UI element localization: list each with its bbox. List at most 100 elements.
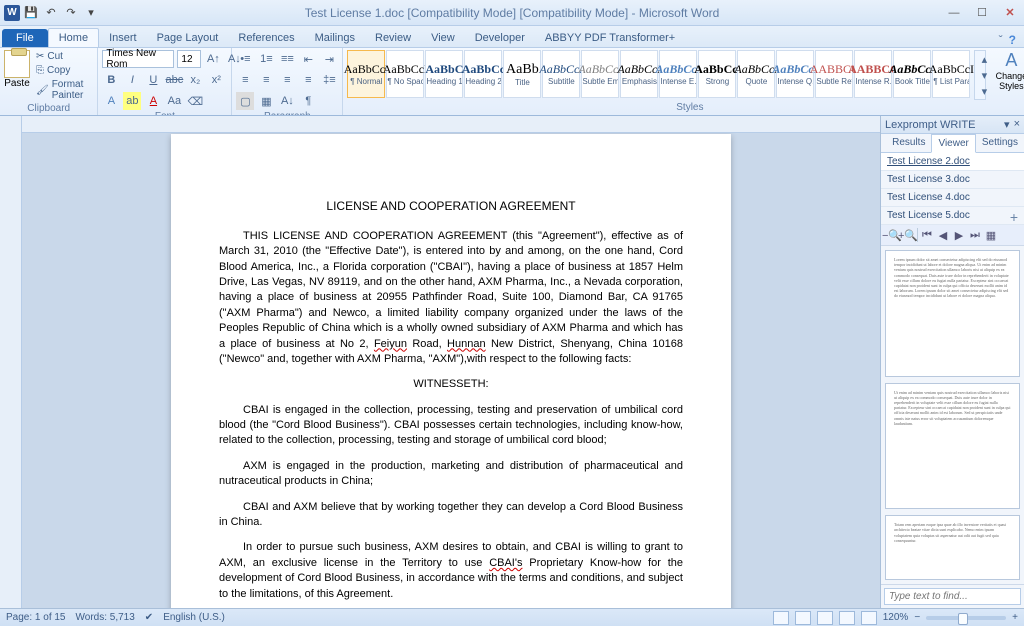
- add-file-icon[interactable]: +: [1010, 209, 1018, 225]
- tab-view[interactable]: View: [421, 29, 465, 47]
- tab-mailings[interactable]: Mailings: [305, 29, 365, 47]
- font-size-select[interactable]: 12: [177, 50, 201, 68]
- style-booktitle[interactable]: AaBbCcIBook Title: [893, 50, 931, 98]
- panel-close-icon[interactable]: ×: [1014, 118, 1020, 131]
- tab-abbyy[interactable]: ABBYY PDF Transformer+: [535, 29, 685, 47]
- cut-button[interactable]: ✂Cut: [34, 50, 93, 63]
- redo-icon[interactable]: ↷: [62, 4, 80, 22]
- tool-zoom-in-icon[interactable]: +🔍: [901, 228, 915, 242]
- show-marks-icon[interactable]: ¶: [299, 92, 317, 110]
- style-subtitle[interactable]: AaBbCcISubtitle: [542, 50, 580, 98]
- style-strong[interactable]: AaBbCc.Strong: [698, 50, 736, 98]
- align-right-icon[interactable]: ≡: [278, 71, 296, 89]
- multilevel-icon[interactable]: ≡≡: [278, 50, 296, 68]
- view-outline-icon[interactable]: [839, 611, 855, 625]
- style-intenser[interactable]: AABBCCIntense R...: [854, 50, 892, 98]
- paste-button[interactable]: Paste: [4, 50, 30, 89]
- style-intensee[interactable]: AaBbCcIIntense E...: [659, 50, 697, 98]
- underline-button[interactable]: U: [144, 71, 162, 89]
- tab-review[interactable]: Review: [365, 29, 421, 47]
- zoom-in-button[interactable]: +: [1012, 612, 1018, 623]
- change-styles-button[interactable]: A Change Styles: [990, 50, 1024, 91]
- tool-first-icon[interactable]: ⏮: [920, 228, 934, 242]
- style-intenseq[interactable]: AaBbCcIIntense Q...: [776, 50, 814, 98]
- close-button[interactable]: ✕: [996, 3, 1024, 23]
- style-emphasis[interactable]: AaBbCcIEmphasis: [620, 50, 658, 98]
- view-draft-icon[interactable]: [861, 611, 877, 625]
- style-subtleem[interactable]: AaBbCcISubtle Em...: [581, 50, 619, 98]
- clear-format-icon[interactable]: ⌫: [186, 92, 204, 110]
- view-web-layout-icon[interactable]: [817, 611, 833, 625]
- bullets-icon[interactable]: •≡: [236, 50, 254, 68]
- qat-custom-icon[interactable]: ▾: [82, 4, 100, 22]
- status-proof-icon[interactable]: ✔: [145, 612, 153, 623]
- file-item[interactable]: Test License 4.doc: [881, 189, 1024, 207]
- style-heading2[interactable]: AaBbCcHeading 2: [464, 50, 502, 98]
- view-full-screen-icon[interactable]: [795, 611, 811, 625]
- help-icon[interactable]: ?: [1009, 33, 1016, 47]
- style-listpara[interactable]: AaBbCcI¶ List Para...: [932, 50, 970, 98]
- thumb-3[interactable]: Totam rem aperiam eaque ipsa quae ab ill…: [885, 515, 1020, 580]
- styles-gallery[interactable]: AaBbCcI¶ NormalAaBbCcI¶ No Spaci...AaBbC…: [347, 50, 970, 98]
- shading-icon[interactable]: ▢: [236, 92, 254, 110]
- tab-references[interactable]: References: [228, 29, 304, 47]
- panel-dropdown-icon[interactable]: ▾: [1004, 118, 1010, 131]
- style-nospaci[interactable]: AaBbCcI¶ No Spaci...: [386, 50, 424, 98]
- style-title[interactable]: AaBbTitle: [503, 50, 541, 98]
- tool-prev-icon[interactable]: ◀: [936, 228, 950, 242]
- document-page[interactable]: LICENSE AND COOPERATION AGREEMENT THIS L…: [171, 134, 731, 608]
- tab-insert[interactable]: Insert: [99, 29, 147, 47]
- tab-file[interactable]: File: [2, 29, 48, 47]
- copy-button[interactable]: ⎘Copy: [34, 64, 93, 77]
- tool-grid-icon[interactable]: ▦: [984, 228, 998, 242]
- style-quote[interactable]: AaBbCcIQuote: [737, 50, 775, 98]
- font-color-icon[interactable]: A: [144, 92, 162, 110]
- superscript-button[interactable]: x²: [207, 71, 225, 89]
- tool-last-icon[interactable]: ⏭: [968, 228, 982, 242]
- minimize-button[interactable]: —: [940, 3, 968, 23]
- panel-tab-results[interactable]: Results: [886, 134, 931, 152]
- highlight-icon[interactable]: ab: [123, 92, 141, 110]
- sort-icon[interactable]: A↓: [278, 92, 296, 110]
- strike-button[interactable]: abc: [165, 71, 183, 89]
- decrease-indent-icon[interactable]: ⇤: [299, 50, 317, 68]
- change-case-icon[interactable]: Aa: [165, 92, 183, 110]
- tab-developer[interactable]: Developer: [465, 29, 535, 47]
- ribbon-minimize-icon[interactable]: ˇ: [999, 33, 1003, 47]
- bold-button[interactable]: B: [102, 71, 120, 89]
- align-center-icon[interactable]: ≡: [257, 71, 275, 89]
- status-page[interactable]: Page: 1 of 15: [6, 612, 66, 623]
- file-item[interactable]: Test License 2.doc: [881, 153, 1024, 171]
- zoom-out-button[interactable]: −: [914, 612, 920, 623]
- panel-search-input[interactable]: [884, 588, 1021, 605]
- tool-next-icon[interactable]: ▶: [952, 228, 966, 242]
- panel-thumbs[interactable]: Lorem ipsum dolor sit amet consectetur a…: [881, 246, 1024, 584]
- word-app-icon[interactable]: W: [4, 5, 20, 21]
- increase-indent-icon[interactable]: ⇥: [320, 50, 338, 68]
- text-effects-icon[interactable]: A: [102, 92, 120, 110]
- tool-zoom-out-icon[interactable]: −🔍: [885, 228, 899, 242]
- format-painter-button[interactable]: 🖌Format Painter: [34, 78, 93, 102]
- align-left-icon[interactable]: ≡: [236, 71, 254, 89]
- zoom-slider[interactable]: [926, 616, 1006, 620]
- font-name-select[interactable]: Times New Rom: [102, 50, 174, 68]
- thumb-1[interactable]: Lorem ipsum dolor sit amet consectetur a…: [885, 250, 1020, 377]
- style-heading1[interactable]: AaBbCHeading 1: [425, 50, 463, 98]
- italic-button[interactable]: I: [123, 71, 141, 89]
- grow-font-icon[interactable]: A↑: [204, 50, 222, 68]
- status-language[interactable]: English (U.S.): [163, 612, 225, 623]
- panel-tab-viewer[interactable]: Viewer: [931, 134, 975, 153]
- panel-tab-settings[interactable]: Settings: [976, 134, 1024, 152]
- subscript-button[interactable]: x₂: [186, 71, 204, 89]
- justify-icon[interactable]: ≡: [299, 71, 317, 89]
- save-icon[interactable]: 💾: [22, 4, 40, 22]
- file-item[interactable]: Test License 5.doc+: [881, 207, 1024, 225]
- view-print-layout-icon[interactable]: [773, 611, 789, 625]
- tab-pagelayout[interactable]: Page Layout: [147, 29, 229, 47]
- maximize-button[interactable]: ☐: [968, 3, 996, 23]
- thumb-2[interactable]: Ut enim ad minim veniam quis nostrud exe…: [885, 383, 1020, 510]
- style-normal[interactable]: AaBbCcI¶ Normal: [347, 50, 385, 98]
- file-item[interactable]: Test License 3.doc: [881, 171, 1024, 189]
- line-spacing-icon[interactable]: ‡≡: [320, 71, 338, 89]
- status-words[interactable]: Words: 5,713: [76, 612, 135, 623]
